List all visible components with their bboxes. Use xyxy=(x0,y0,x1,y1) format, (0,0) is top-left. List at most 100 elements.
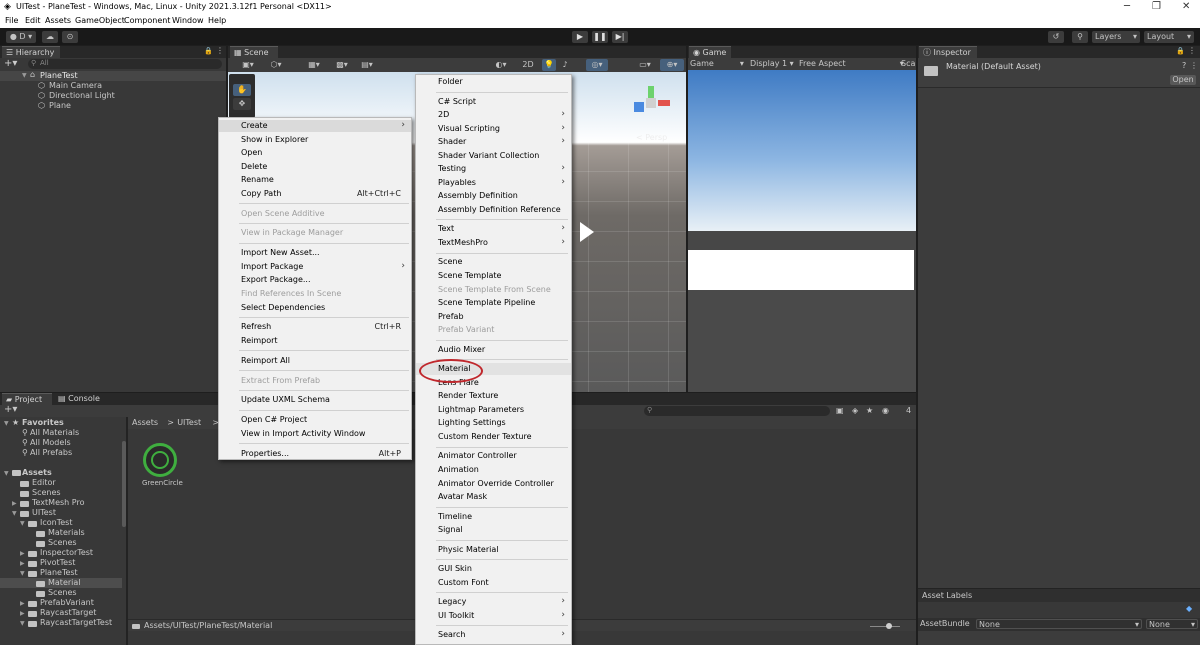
scale-label[interactable]: Sca xyxy=(901,59,915,68)
expand-arrow-icon[interactable]: ▼ xyxy=(4,420,9,427)
camera-icon[interactable]: ▭▾ xyxy=(634,59,656,71)
hierarchy-item[interactable]: Main Camera xyxy=(49,81,102,90)
menu-item-ui-toolkit[interactable]: UI Toolkit › xyxy=(416,610,571,622)
menu-item-avatar-mask[interactable]: Avatar Mask xyxy=(416,491,571,503)
menu-edit[interactable]: Edit xyxy=(25,16,41,25)
persp-label[interactable]: < Persp xyxy=(636,133,667,142)
breadcrumb-item[interactable]: UITest xyxy=(177,418,201,427)
tree-item[interactable]: PrefabVariant xyxy=(40,598,94,607)
menu-item-custom-font[interactable]: Custom Font xyxy=(416,577,571,589)
hidden-packages-icon[interactable]: ◉ xyxy=(882,406,889,415)
render-mode-button[interactable]: ⬡▾ xyxy=(264,59,288,71)
layout-dropdown[interactable]: Layout ▾ xyxy=(1144,31,1194,43)
audio-icon[interactable]: ♪ xyxy=(558,59,572,71)
lock-icon[interactable]: 🔒 xyxy=(1176,47,1185,55)
minimize-icon[interactable]: ─ xyxy=(1124,1,1130,12)
menu-item-reimport[interactable]: Reimport xyxy=(219,335,411,347)
tree-item[interactable]: Material xyxy=(48,578,81,587)
tree-item[interactable]: IconTest xyxy=(40,518,72,527)
tab-console[interactable]: ▤ Console xyxy=(54,393,108,405)
menu-help[interactable]: Help xyxy=(208,16,226,25)
help-icon[interactable]: ? xyxy=(1182,61,1186,70)
add-icon[interactable]: +▾ xyxy=(4,58,17,69)
menu-file[interactable]: File xyxy=(5,16,18,25)
menu-item-textmeshpro[interactable]: TextMeshPro › xyxy=(416,237,571,249)
menu-item-animation[interactable]: Animation xyxy=(416,464,571,476)
menu-item-import-new-asset[interactable]: Import New Asset... xyxy=(219,247,411,259)
fx-icon[interactable]: ◎▾ xyxy=(586,59,608,71)
expand-arrow-icon[interactable]: ▼ xyxy=(20,570,25,577)
tree-item[interactable]: UITest xyxy=(32,508,56,517)
project-divider[interactable] xyxy=(126,417,128,645)
hierarchy-scene-name[interactable]: PlaneTest xyxy=(40,71,78,80)
shading-button[interactable]: ◐▾ xyxy=(490,59,512,71)
tab-inspector[interactable]: ⓘ Inspector xyxy=(919,46,977,58)
expand-arrow-icon[interactable]: ▼ xyxy=(4,470,9,477)
expand-arrow-icon[interactable]: ▼ xyxy=(22,72,27,79)
favorites-item[interactable]: All Models xyxy=(30,438,71,447)
tree-item[interactable]: Materials xyxy=(48,528,85,537)
maximize-icon[interactable]: ❐ xyxy=(1152,1,1161,12)
snap-button[interactable]: ▩▾ xyxy=(330,59,354,71)
hierarchy-item[interactable]: Directional Light xyxy=(49,91,115,100)
increment-snap-button[interactable]: ▤▾ xyxy=(358,59,376,71)
add-icon[interactable]: +▾ xyxy=(4,404,17,415)
menu-item-gui-skin[interactable]: GUI Skin xyxy=(416,563,571,575)
search-by-label-icon[interactable]: ◈ xyxy=(852,406,858,415)
draw-mode-button[interactable]: ▣▾ xyxy=(236,59,260,71)
hand-tool-icon[interactable]: ✋ xyxy=(233,84,251,96)
display-dropdown[interactable]: Display 1 ▾ xyxy=(750,59,794,68)
zoom-slider[interactable] xyxy=(870,623,900,629)
menu-item-update-uxml-schema[interactable]: Update UXML Schema xyxy=(219,394,411,406)
menu-item-scene-template[interactable]: Scene Template xyxy=(416,270,571,282)
search-by-type-icon[interactable]: ▣ xyxy=(836,406,844,415)
menu-item-import-package[interactable]: Import Package › xyxy=(219,261,411,273)
menu-item-audio-mixer[interactable]: Audio Mixer xyxy=(416,344,571,356)
tab-scene[interactable]: ▦ Scene xyxy=(230,46,278,58)
search-icon[interactable]: ⚲ xyxy=(1072,31,1088,43)
collapse-arrow-icon[interactable]: ▶ xyxy=(20,610,25,617)
menu-item-view-in-import-activity-window[interactable]: View in Import Activity Window xyxy=(219,428,411,440)
menu-gameobject[interactable]: GameObject xyxy=(75,16,125,25)
account-button[interactable]: ● D ▾ xyxy=(6,31,36,43)
menu-item-timeline[interactable]: Timeline xyxy=(416,511,571,523)
menu-component[interactable]: Component xyxy=(124,16,170,25)
menu-item-2d[interactable]: 2D › xyxy=(416,109,571,121)
grid-button[interactable]: ▦▾ xyxy=(302,59,326,71)
hierarchy-item[interactable]: Plane xyxy=(49,101,71,110)
aspect-dropdown[interactable]: Free Aspect ▾ xyxy=(799,59,904,68)
menu-item-select-dependencies[interactable]: Select Dependencies xyxy=(219,302,411,314)
asset-tile[interactable]: GreenCircle xyxy=(140,443,183,489)
move-tool-icon[interactable]: ✥ xyxy=(233,98,251,110)
menu-item-c-script[interactable]: C# Script xyxy=(416,96,571,108)
mode-2d-button[interactable]: 2D xyxy=(518,59,538,71)
tree-item[interactable]: Editor xyxy=(32,478,56,487)
menu-item-scene[interactable]: Scene xyxy=(416,256,571,268)
collapse-arrow-icon[interactable]: ▶ xyxy=(12,500,17,507)
menu-item-open-c-project[interactable]: Open C# Project xyxy=(219,414,411,426)
menu-item-export-package[interactable]: Export Package... xyxy=(219,274,411,286)
menu-item-shader-variant-collection[interactable]: Shader Variant Collection xyxy=(416,150,571,162)
cloud-icon[interactable]: ☁ xyxy=(42,31,58,43)
menu-item-playables[interactable]: Playables › xyxy=(416,177,571,189)
gizmos-button[interactable]: ⊕▾ xyxy=(660,59,684,71)
menu-item-legacy[interactable]: Legacy › xyxy=(416,596,571,608)
tree-item[interactable]: RaycastTargetTest xyxy=(40,618,112,627)
asset-variant-dropdown[interactable]: None ▾ xyxy=(1146,619,1198,629)
scene-gizmo[interactable] xyxy=(632,86,672,126)
assets-title[interactable]: Assets xyxy=(22,468,52,477)
menu-item-visual-scripting[interactable]: Visual Scripting › xyxy=(416,123,571,135)
menu-item-lighting-settings[interactable]: Lighting Settings xyxy=(416,417,571,429)
lock-icon[interactable]: 🔒 xyxy=(204,47,213,55)
tree-item[interactable]: PlaneTest xyxy=(40,568,78,577)
tree-item[interactable]: RaycastTarget xyxy=(40,608,96,617)
breadcrumb-item[interactable]: Assets xyxy=(132,418,158,427)
collapse-arrow-icon[interactable]: ▶ xyxy=(20,600,25,607)
menu-item-refresh[interactable]: Refresh Ctrl+R xyxy=(219,321,411,333)
step-button[interactable]: ▶| xyxy=(612,31,628,43)
menu-item-assembly-definition-reference[interactable]: Assembly Definition Reference xyxy=(416,204,571,216)
asset-bundle-dropdown[interactable]: None ▾ xyxy=(976,619,1142,629)
tab-game[interactable]: ◉ Game xyxy=(689,46,731,58)
collapse-arrow-icon[interactable]: ▶ xyxy=(20,550,25,557)
close-icon[interactable]: ✕ xyxy=(1182,1,1190,12)
